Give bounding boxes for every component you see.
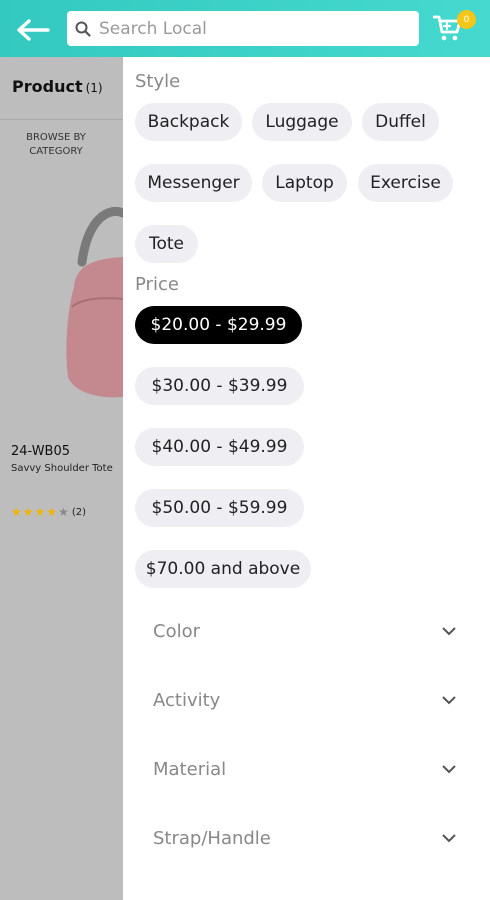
accordion-label: Color bbox=[153, 620, 200, 642]
price-chip[interactable]: $70.00 and above bbox=[135, 550, 311, 588]
product-sku[interactable]: 24-WB05 bbox=[11, 444, 70, 459]
style-chip[interactable]: Laptop bbox=[262, 164, 347, 202]
strap-handle-filter-accordion[interactable]: Strap/Handle bbox=[153, 823, 457, 853]
chevron-down-icon bbox=[442, 765, 456, 774]
style-filter-title: Style bbox=[135, 71, 181, 92]
product-count: (1) bbox=[85, 81, 103, 95]
star-icon: ★ bbox=[22, 505, 34, 519]
price-filter-title: Price bbox=[135, 274, 179, 295]
search-icon bbox=[75, 20, 93, 38]
back-arrow-icon bbox=[17, 19, 50, 41]
price-chip[interactable]: $30.00 - $39.99 bbox=[135, 367, 304, 405]
price-chip-selected[interactable]: $20.00 - $29.99 bbox=[135, 306, 302, 344]
divider bbox=[0, 119, 123, 120]
search-bar[interactable] bbox=[67, 11, 419, 46]
style-chip[interactable]: Messenger bbox=[135, 164, 252, 202]
product-image[interactable] bbox=[60, 206, 128, 407]
review-count: (2) bbox=[71, 506, 86, 518]
chevron-down-icon bbox=[442, 696, 456, 705]
price-chip[interactable]: $50.00 - $59.99 bbox=[135, 489, 304, 527]
chevron-down-icon bbox=[442, 627, 456, 636]
style-chip[interactable]: Backpack bbox=[135, 103, 242, 141]
material-filter-accordion[interactable]: Material bbox=[153, 754, 457, 784]
back-button[interactable] bbox=[14, 14, 52, 46]
style-chip[interactable]: Luggage bbox=[252, 103, 352, 141]
price-chip[interactable]: $40.00 - $49.99 bbox=[135, 428, 304, 466]
product-list-pane: Product (1) BROWSE BY CATEGORY 24-WB05 Sa… bbox=[0, 57, 128, 900]
product-name[interactable]: Savvy Shoulder Tote bbox=[11, 463, 113, 474]
style-chip[interactable]: Exercise bbox=[358, 164, 453, 202]
activity-filter-accordion[interactable]: Activity bbox=[153, 685, 457, 715]
star-icon: ★ bbox=[46, 505, 58, 519]
search-input[interactable] bbox=[97, 17, 401, 40]
color-filter-accordion[interactable]: Color bbox=[153, 616, 457, 646]
star-icon: ★ bbox=[58, 505, 69, 519]
browse-by-category-link[interactable]: BROWSE BY CATEGORY bbox=[0, 131, 112, 159]
chevron-down-icon bbox=[442, 834, 456, 843]
top-bar: 0 bbox=[0, 0, 490, 57]
accordion-label: Activity bbox=[153, 689, 221, 711]
filter-panel: Style Backpack Luggage Duffel Messenger … bbox=[123, 57, 490, 900]
style-chip[interactable]: Duffel bbox=[362, 103, 439, 141]
accordion-label: Material bbox=[153, 758, 227, 780]
product-rating: ★★★★★ (2) bbox=[11, 505, 86, 519]
cart-count-badge: 0 bbox=[457, 10, 476, 29]
star-icon: ★ bbox=[34, 505, 46, 519]
star-icon: ★ bbox=[11, 505, 22, 519]
product-heading: Product (1) bbox=[12, 77, 103, 96]
style-chip[interactable]: Tote bbox=[135, 225, 198, 263]
accordion-label: Strap/Handle bbox=[153, 827, 271, 849]
